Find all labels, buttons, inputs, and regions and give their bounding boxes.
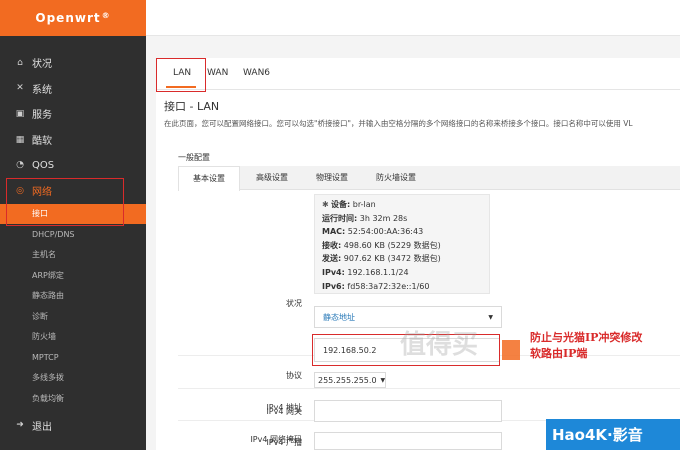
status-tx-line: 发送: 907.62 KB (3472 数据包) xyxy=(322,254,441,264)
status-label: 状况 xyxy=(286,299,302,308)
sidebar-item-qos[interactable]: ◔ QOS xyxy=(0,152,146,178)
network-highlight-box xyxy=(6,178,124,226)
sidebar-nav: ⌂ 状况 ✕ 系统 ▣ 服务 ▦ 酷软 ◔ QOS ◎ 网络 接口 DHCP/D… xyxy=(0,50,146,438)
page-title: 接口 - LAN xyxy=(164,100,220,113)
corner-logo: Hao4K·影音 xyxy=(546,419,680,450)
interface-tabs: LAN WAN WAN6 xyxy=(156,58,680,90)
chevron-down-icon: ▼ xyxy=(380,376,386,384)
logout-icon: ➜ xyxy=(16,420,24,431)
sidebar-item-label: QOS xyxy=(32,159,55,171)
sidebar-subitem-dhcp[interactable]: DHCP/DNS xyxy=(0,224,146,245)
sidebar-item-label: 退出 xyxy=(32,421,52,433)
home-icon: ⌂ xyxy=(17,57,23,68)
gateway-label: IPv4 网关 xyxy=(266,407,302,416)
subtab-firewall[interactable]: 防火墙设置 xyxy=(362,166,430,190)
subtab-physical[interactable]: 物理设置 xyxy=(302,166,362,190)
status-device-line: ✱ 设备: br-lan xyxy=(322,200,376,209)
sidebar-item-system[interactable]: ✕ 系统 xyxy=(0,76,146,102)
brand-mark: ® xyxy=(101,10,111,20)
tools-icon: ✕ xyxy=(16,83,24,94)
tab-wan[interactable]: WAN xyxy=(207,68,228,78)
page-description: 在此页面，您可以配置网络接口。您可以勾选"桥接接口"，并输入由空格分隔的多个网络… xyxy=(164,119,633,128)
sidebar-item-label: 服务 xyxy=(32,110,52,122)
status-rx-line: 接收: 498.60 KB (5229 数据包) xyxy=(322,240,441,250)
chevron-down-icon: ▼ xyxy=(488,313,493,321)
protocol-label: 协议 xyxy=(286,371,302,380)
status-mac-line: MAC: 52:54:00:AA:36:43 xyxy=(322,227,424,237)
ethernet-icon: ✱ xyxy=(322,200,329,209)
protocol-value: 静态地址 xyxy=(323,312,355,322)
lan-tab-highlight-box xyxy=(156,58,206,92)
sidebar-subitem-routes[interactable]: 静态路由 xyxy=(0,286,146,307)
netmask-select[interactable]: 255.255.255.0 ▼ xyxy=(314,372,386,388)
brand-logo[interactable]: Openwrt ® xyxy=(0,0,146,36)
gauge-icon: ◔ xyxy=(16,160,24,171)
broadcast-input[interactable] xyxy=(314,432,502,450)
subtab-advanced[interactable]: 高级设置 xyxy=(242,166,302,190)
sidebar-subitem-mptcp[interactable]: MPTCP xyxy=(0,347,146,368)
sidebar-subitem-arp[interactable]: ARP绑定 xyxy=(0,265,146,286)
sidebar-subitem-diagnostics[interactable]: 诊断 xyxy=(0,306,146,327)
sidebar-item-label: 酷软 xyxy=(32,136,52,148)
brand-name: Openwrt xyxy=(35,11,101,25)
broadcast-label: IPv4 广播 xyxy=(266,438,302,447)
calendar-icon: ▦ xyxy=(15,134,25,145)
sidebar: Openwrt ® ⌂ 状况 ✕ 系统 ▣ 服务 ▦ 酷软 ◔ QOS ◎ 网络 … xyxy=(0,0,146,450)
netmask-value: 255.255.255.0 xyxy=(318,375,377,385)
status-details: ✱ 设备: br-lan 运行时间: 3h 32m 28s MAC: 52:54:… xyxy=(322,198,441,293)
sidebar-item-apps[interactable]: ▦ 酷软 xyxy=(0,127,146,153)
sidebar-subitem-hostnames[interactable]: 主机名 xyxy=(0,245,146,266)
sidebar-subitem-firewall[interactable]: 防火墙 xyxy=(0,327,146,348)
sidebar-item-services[interactable]: ▣ 服务 xyxy=(0,101,146,127)
subtab-basic[interactable]: 基本设置 xyxy=(178,166,240,191)
row-divider xyxy=(178,388,680,389)
annotation-text: 防止与光猫IP冲突修改 软路由IP端 xyxy=(530,330,642,362)
annotation-line-1: 防止与光猫IP冲突修改 xyxy=(530,331,643,344)
watermark: 值得买 xyxy=(400,330,479,360)
sidebar-subitem-loadbalance[interactable]: 负载均衡 xyxy=(0,388,146,409)
section-title: 一般配置 xyxy=(178,153,210,162)
annotation-marker xyxy=(502,340,520,360)
sidebar-item-label: 系统 xyxy=(32,84,52,96)
sidebar-subitem-multiwan[interactable]: 多线多拨 xyxy=(0,368,146,389)
top-bar xyxy=(146,0,680,36)
status-uptime-line: 运行时间: 3h 32m 28s xyxy=(322,213,408,223)
sidebar-item-label: 状况 xyxy=(32,59,52,71)
sidebar-item-logout[interactable]: ➜ 退出 xyxy=(0,413,146,439)
annotation-line-2: 软路由IP端 xyxy=(530,347,588,360)
gateway-input[interactable] xyxy=(314,400,502,422)
config-subtabs: 基本设置 高级设置 物理设置 防火墙设置 xyxy=(178,166,680,191)
briefcase-icon: ▣ xyxy=(15,108,25,119)
tab-wan6[interactable]: WAN6 xyxy=(243,68,270,78)
network-submenu: 接口 DHCP/DNS 主机名 ARP绑定 静态路由 诊断 防火墙 MPTCP … xyxy=(0,203,146,409)
status-ipv6-line: IPv6: fd58:3a72:32e::1/60 xyxy=(322,281,430,291)
status-ipv4-line: IPv4: 192.168.1.1/24 xyxy=(322,267,409,277)
sidebar-item-status[interactable]: ⌂ 状况 xyxy=(0,50,146,76)
